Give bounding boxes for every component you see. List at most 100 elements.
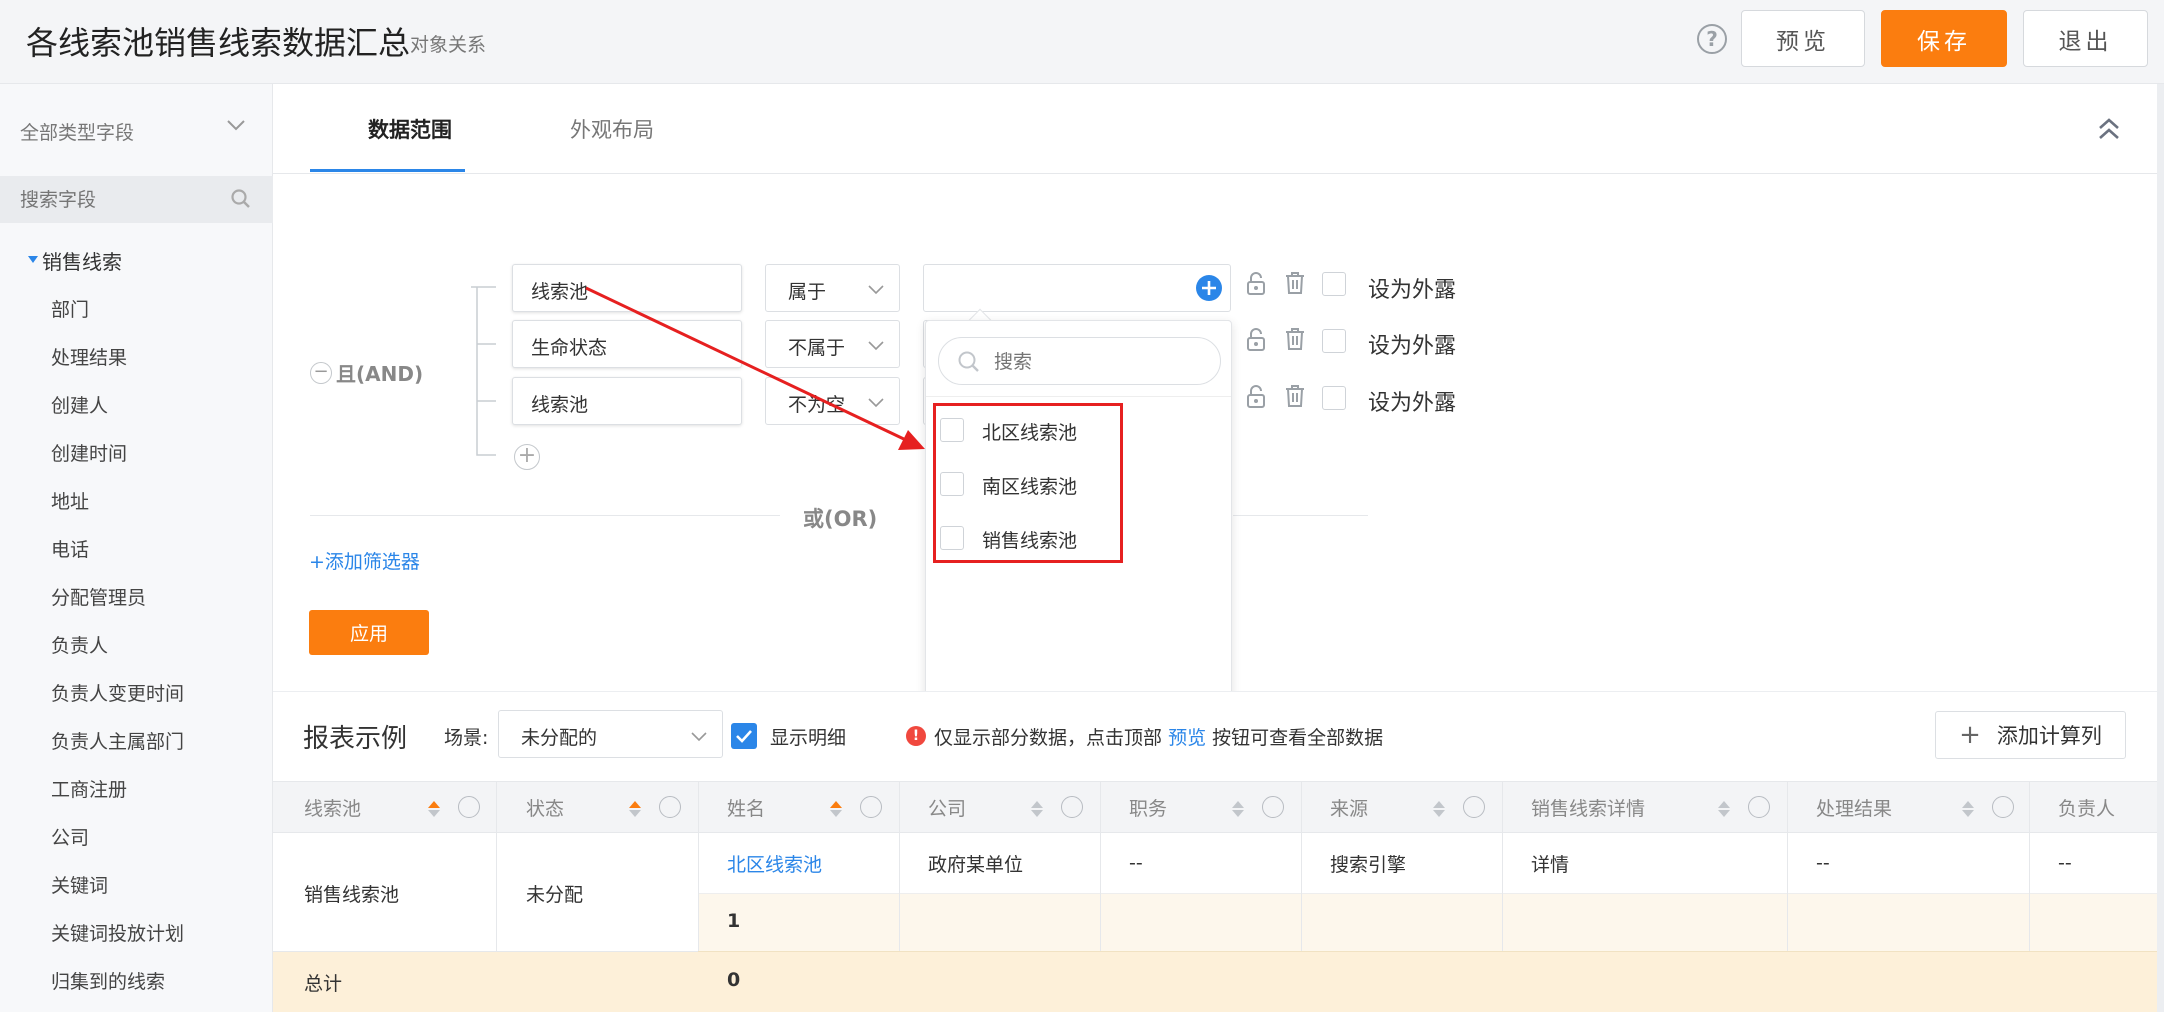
column-divider — [2029, 781, 2030, 951]
expose-label: 设为外露 — [1368, 391, 1457, 416]
column-header: 姓名 — [727, 798, 766, 820]
subtotal-row — [698, 893, 2164, 951]
column-header: 状态 — [526, 798, 565, 820]
sort-icon[interactable] — [1717, 799, 1731, 819]
column-header: 负责人 — [2058, 798, 2116, 820]
condition-value-input[interactable] — [923, 264, 1231, 312]
dropdown-search[interactable] — [938, 337, 1221, 385]
sort-icon[interactable] — [1030, 799, 1044, 819]
expose-label: 设为外露 — [1368, 278, 1457, 303]
field-search-input[interactable] — [20, 185, 220, 215]
add-condition-icon[interactable]: + — [514, 444, 540, 470]
column-header: 线索池 — [304, 798, 362, 820]
column-filter-icon[interactable] — [1992, 796, 2014, 818]
expose-checkbox[interactable] — [1322, 386, 1346, 410]
tab-bar — [273, 84, 2164, 174]
or-operator-label: 或(OR) — [803, 507, 878, 531]
field-item[interactable]: 公司 — [51, 823, 89, 850]
sort-icon[interactable] — [1231, 799, 1245, 819]
notice-text: 仅显示部分数据，点击顶部 预览 按钮可查看全部数据 — [934, 723, 1383, 750]
active-tab-indicator — [310, 169, 465, 172]
expose-label: 设为外露 — [1368, 334, 1457, 359]
cell-company: 政府某单位 — [928, 854, 1024, 876]
unlock-icon[interactable] — [1246, 328, 1266, 352]
cell-position: -- — [1129, 852, 1143, 874]
field-item[interactable]: 负责人 — [51, 631, 108, 658]
add-calculated-column-button[interactable]: + 添加计算列 — [1935, 711, 2126, 759]
cell-owner: -- — [2058, 852, 2072, 874]
column-header: 处理结果 — [1816, 798, 1893, 820]
column-filter-icon[interactable] — [1748, 796, 1770, 818]
tab-appearance[interactable]: 外观布局 — [570, 114, 654, 144]
field-item[interactable]: 负责人变更时间 — [51, 679, 184, 706]
column-filter-icon[interactable] — [659, 796, 681, 818]
save-button[interactable]: 保存 — [1881, 10, 2007, 67]
unlock-icon[interactable] — [1246, 272, 1266, 296]
total-value: 0 — [727, 969, 741, 991]
preview-button[interactable]: 预览 — [1741, 10, 1865, 67]
trash-icon[interactable] — [1284, 271, 1306, 295]
column-filter-icon[interactable] — [1262, 796, 1284, 818]
sort-icon[interactable] — [1432, 799, 1446, 819]
search-icon[interactable] — [230, 188, 252, 210]
sort-icon[interactable] — [628, 799, 642, 819]
caret-down-icon — [28, 256, 38, 263]
double-chevron-up-icon[interactable] — [2096, 116, 2122, 142]
field-item[interactable]: 归集到的线索 — [51, 967, 165, 994]
field-search[interactable] — [0, 176, 273, 223]
column-filter-icon[interactable] — [860, 796, 882, 818]
apply-button[interactable]: 应用 — [309, 610, 429, 655]
field-item[interactable]: 地址 — [51, 487, 89, 514]
column-divider — [1100, 781, 1101, 951]
column-filter-icon[interactable] — [458, 796, 480, 818]
help-icon[interactable]: ? — [1697, 24, 1727, 54]
unlock-icon[interactable] — [1246, 385, 1266, 409]
column-divider — [1787, 781, 1788, 951]
column-filter-icon[interactable] — [1463, 796, 1485, 818]
preview-link[interactable]: 预览 — [1168, 727, 1206, 749]
exit-button[interactable]: 退出 — [2023, 10, 2148, 67]
field-item[interactable]: 处理结果 — [51, 343, 127, 370]
field-type-select[interactable]: 全部类型字段 — [20, 118, 134, 145]
field-item[interactable]: 负责人主属部门 — [51, 727, 184, 754]
show-detail-checkbox[interactable] — [731, 723, 757, 749]
tab-data-scope[interactable]: 数据范围 — [368, 114, 452, 144]
field-item[interactable]: 工商注册 — [51, 775, 127, 802]
collapse-group-icon[interactable]: − — [310, 362, 332, 384]
trash-icon[interactable] — [1284, 327, 1306, 351]
subtotal-value: 1 — [727, 910, 741, 932]
field-item[interactable]: 创建时间 — [51, 439, 127, 466]
add-filter-link[interactable]: +添加筛选器 — [309, 547, 420, 574]
cell-name-link[interactable]: 北区线索池 — [727, 850, 822, 877]
add-value-icon[interactable] — [1195, 274, 1223, 302]
expose-checkbox[interactable] — [1322, 272, 1346, 296]
chevron-down-icon[interactable] — [225, 114, 247, 136]
field-item[interactable]: 关键词投放计划 — [51, 919, 184, 946]
field-item[interactable]: 创建人 — [51, 391, 108, 418]
field-group-sales-leads[interactable]: 销售线索 — [28, 246, 122, 275]
sort-icon[interactable] — [829, 799, 843, 819]
annotation-arrow — [585, 286, 925, 450]
check-icon — [736, 730, 752, 743]
column-header: 销售线索详情 — [1531, 798, 1646, 820]
field-item[interactable]: 关键词 — [51, 871, 108, 898]
vertical-scrollbar[interactable] — [2157, 84, 2164, 1012]
scene-value: 未分配的 — [521, 727, 598, 749]
field-item[interactable]: 分配管理员 — [51, 583, 146, 610]
alert-icon: ! — [906, 726, 926, 746]
scene-select[interactable]: 未分配的 — [498, 710, 723, 758]
cell-result: -- — [1816, 852, 1830, 874]
trash-icon[interactable] — [1284, 384, 1306, 408]
expose-checkbox[interactable] — [1322, 329, 1346, 353]
column-divider — [899, 781, 900, 951]
cell-status: 未分配 — [526, 884, 584, 906]
dropdown-search-input[interactable] — [994, 349, 1194, 375]
sort-icon[interactable] — [427, 799, 441, 819]
divider — [926, 396, 1231, 397]
column-header: 来源 — [1330, 798, 1369, 820]
sort-icon[interactable] — [1961, 799, 1975, 819]
divider — [273, 951, 698, 952]
column-filter-icon[interactable] — [1061, 796, 1083, 818]
field-item[interactable]: 电话 — [51, 535, 89, 562]
field-item[interactable]: 部门 — [51, 295, 89, 322]
